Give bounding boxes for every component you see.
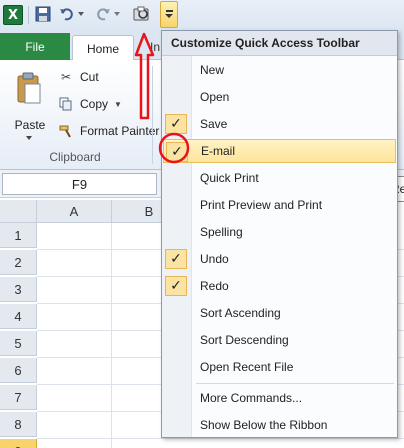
row-header-1[interactable]: 1 (0, 223, 37, 248)
save-icon[interactable] (34, 4, 52, 24)
scissors-icon: ✂ (60, 70, 72, 84)
customize-qat-menu: Customize Quick Access Toolbar New Open ✓ S… (161, 30, 398, 438)
menu-item-more-commands[interactable]: More Commands... (163, 386, 396, 410)
row-header-9[interactable]: 9 (0, 439, 37, 448)
menu-item-label: Show Below the Ribbon (200, 418, 328, 432)
menu-item-label: Spelling (200, 225, 243, 239)
row-header-8[interactable]: 8 (0, 412, 37, 437)
menu-item-label: Print Preview and Print (200, 198, 323, 212)
menu-divider (196, 383, 394, 384)
menu-item-e-mail[interactable]: ✓ E-mail (163, 139, 396, 163)
undo-icon[interactable] (58, 4, 76, 24)
paste-icon (16, 72, 42, 104)
row-header-6[interactable]: 6 (0, 358, 37, 383)
copy-icon (58, 96, 74, 112)
row-header-7[interactable]: 7 (0, 385, 37, 410)
menu-item-label: New (200, 63, 225, 77)
copy-button[interactable]: Copy ▼ (58, 94, 122, 114)
row-header-5[interactable]: 5 (0, 331, 37, 356)
name-box[interactable]: F9 (2, 173, 157, 195)
redo-icon[interactable] (94, 4, 112, 24)
qat-dropdown-bar-icon (166, 10, 173, 12)
checkmark-icon: ✓ (166, 142, 188, 162)
grid-line (37, 438, 404, 439)
copy-dropdown-icon[interactable]: ▼ (114, 100, 122, 109)
row-header-2[interactable]: 2 (0, 250, 37, 275)
row-header-4[interactable]: 4 (0, 304, 37, 329)
menu-item-label: Quick Print (200, 171, 259, 185)
select-all-corner[interactable] (0, 200, 37, 223)
toolbar-divider (28, 6, 29, 24)
group-divider (152, 66, 153, 164)
grid-line (111, 223, 112, 448)
checkmark-icon: ✓ (165, 114, 187, 134)
menu-item-quick-print[interactable]: Quick Print (163, 166, 396, 190)
cut-button[interactable]: ✂ Cut (58, 67, 99, 87)
menu-item-label: Sort Ascending (200, 306, 281, 320)
paste-dropdown-icon[interactable] (26, 136, 32, 140)
paste-button[interactable]: Paste (8, 68, 50, 148)
menu-item-label: Open Recent File (200, 360, 294, 374)
menu-item-print-preview-and-print[interactable]: Print Preview and Print (163, 193, 396, 217)
menu-item-redo[interactable]: ✓ Redo (163, 274, 396, 298)
tab-file[interactable]: File (0, 33, 70, 60)
checkmark-icon: ✓ (165, 249, 187, 269)
menu-item-open[interactable]: Open (163, 85, 396, 109)
menu-item-show-below-the-ribbon[interactable]: Show Below the Ribbon (163, 413, 396, 437)
menu-item-spelling[interactable]: Spelling (163, 220, 396, 244)
column-header-a[interactable]: A (37, 200, 112, 223)
menu-item-label: Undo (200, 252, 229, 266)
menu-item-label: Redo (200, 279, 229, 293)
tab-insert[interactable]: In (150, 40, 160, 54)
clipboard-group-label: Clipboard (49, 150, 101, 164)
menu-item-undo[interactable]: ✓ Undo (163, 247, 396, 271)
menu-item-label: More Commands... (200, 391, 303, 405)
email-icon[interactable] (131, 4, 153, 24)
menu-item-label: Save (200, 117, 228, 131)
menu-item-label: Open (200, 90, 230, 104)
row-header-3[interactable]: 3 (0, 277, 37, 302)
menu-item-save[interactable]: ✓ Save (163, 112, 396, 136)
chevron-down-icon (165, 14, 173, 18)
menu-item-sort-ascending[interactable]: Sort Ascending (163, 301, 396, 325)
menu-item-sort-descending[interactable]: Sort Descending (163, 328, 396, 352)
format-painter-button[interactable]: Format Painter (58, 121, 159, 141)
copy-label: Copy (80, 97, 109, 111)
menu-item-new[interactable]: New (163, 58, 396, 82)
paste-label: Paste (14, 118, 46, 132)
menu-item-open-recent-file[interactable]: Open Recent File (163, 355, 396, 379)
undo-dropdown-icon[interactable] (76, 4, 86, 24)
customize-qat-dropdown-button[interactable] (160, 1, 178, 28)
tab-home[interactable]: Home (72, 35, 134, 61)
menu-title: Customize Quick Access Toolbar (162, 31, 397, 56)
menu-item-label: Sort Descending (200, 333, 289, 347)
excel-logo-icon: X (3, 5, 23, 25)
paintbrush-icon (58, 123, 74, 139)
checkmark-icon: ✓ (165, 276, 187, 296)
format-painter-label: Format Painter (80, 124, 160, 138)
menu-item-label: E-mail (201, 144, 236, 158)
quick-access-toolbar: X (0, 0, 404, 30)
redo-dropdown-icon[interactable] (112, 4, 122, 24)
cut-label: Cut (80, 70, 99, 84)
